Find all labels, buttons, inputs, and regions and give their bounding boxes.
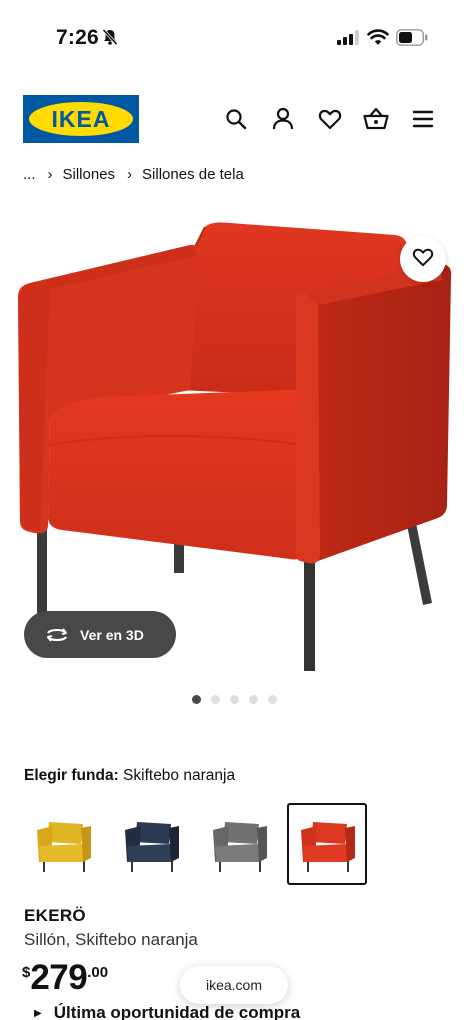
- cover-selection-label: Elegir funda: Skiftebo naranja: [24, 767, 235, 785]
- breadcrumb-ellipsis[interactable]: ...: [23, 166, 36, 183]
- user-icon[interactable]: [270, 106, 296, 132]
- logo-text: IKEA: [51, 105, 111, 132]
- breadcrumb: ... › Sillones › Sillones de tela: [23, 164, 244, 184]
- product-price: $ 279 .00: [22, 958, 108, 998]
- pagination-dot[interactable]: [211, 695, 220, 704]
- cover-label-title: Elegir funda:: [24, 767, 119, 784]
- breadcrumb-item-sillones[interactable]: Sillones: [63, 166, 116, 183]
- heart-icon[interactable]: [317, 106, 343, 132]
- image-pagination: [192, 695, 277, 704]
- armchair-thumbnail-orange-red: [301, 822, 355, 872]
- bell-slash-icon: [101, 28, 119, 46]
- chevron-right-icon: ›: [47, 165, 53, 183]
- swatch-dark-blue[interactable]: [111, 803, 191, 885]
- heart-icon: [412, 247, 434, 272]
- status-bar: 7:26: [0, 0, 470, 72]
- last-chance-label: Última oportunidad de compra: [53, 1003, 301, 1020]
- caret-right-icon: ▶: [34, 1007, 42, 1019]
- product-image[interactable]: [0, 205, 470, 680]
- browser-url: ikea.com: [205, 977, 263, 993]
- swatch-grey[interactable]: [199, 803, 279, 885]
- swatch-yellow[interactable]: [23, 803, 103, 885]
- price-integer: 279: [30, 958, 88, 997]
- pagination-dot[interactable]: [192, 695, 201, 704]
- product-name: EKERÖ: [24, 906, 86, 925]
- rotate-3d-icon: [44, 626, 70, 644]
- armchair-thumbnail-dark-blue: [125, 822, 179, 872]
- armchair-thumbnail-grey: [213, 822, 267, 872]
- swatch-orange-red[interactable]: [287, 803, 367, 885]
- pagination-dot[interactable]: [268, 695, 277, 704]
- cover-selected-value: Skiftebo naranja: [123, 767, 236, 784]
- ikea-logo[interactable]: IKEA: [23, 95, 139, 143]
- armchair-thumbnail-yellow: [37, 822, 91, 872]
- site-header: IKEA: [0, 94, 470, 146]
- search-icon[interactable]: [223, 106, 249, 132]
- wifi-icon: [367, 28, 389, 46]
- browser-url-bar[interactable]: ikea.com: [180, 966, 288, 1004]
- logo-ellipse: IKEA: [29, 102, 133, 136]
- add-to-favorites-button[interactable]: [400, 236, 446, 282]
- basket-icon[interactable]: [363, 106, 389, 132]
- battery-icon: [396, 29, 428, 46]
- signal-icon: [337, 30, 359, 45]
- menu-icon[interactable]: [410, 106, 436, 132]
- chevron-right-icon: ›: [127, 165, 133, 183]
- price-currency: $: [22, 964, 31, 981]
- cover-swatches: [23, 803, 367, 885]
- last-chance-notice[interactable]: ▶ Última oportunidad de compra: [34, 1003, 300, 1020]
- view-3d-button[interactable]: Ver en 3D: [24, 611, 176, 658]
- status-time: 7:26: [56, 26, 99, 49]
- price-decimal: .00: [87, 964, 109, 981]
- pagination-dot[interactable]: [230, 695, 239, 704]
- view-3d-label: Ver en 3D: [80, 626, 144, 643]
- breadcrumb-item-sillones-de-tela[interactable]: Sillones de tela: [142, 166, 244, 183]
- pagination-dot[interactable]: [249, 695, 258, 704]
- product-description: Sillón, Skiftebo naranja: [24, 930, 198, 949]
